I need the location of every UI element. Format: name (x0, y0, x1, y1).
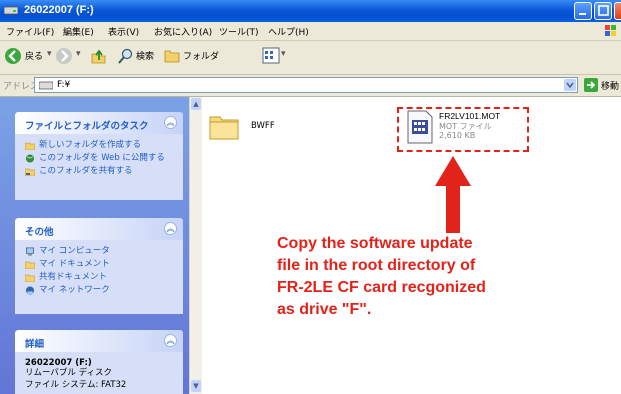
arrow-up-icon (435, 156, 471, 233)
views-dropdown-icon[interactable]: ▾ (281, 49, 286, 59)
tasks-panel-header[interactable]: ファイルとフォルダのタスク ︽ (15, 112, 183, 134)
new-folder-icon (25, 142, 35, 150)
details-panel-header[interactable]: 詳細 ︽ (15, 330, 183, 352)
other-panel-title: その他 (25, 227, 54, 238)
other-places-panel: その他 ︽ マイ コンピュータ マイ ドキュメント 共有ドキュメント マイ ネッ… (15, 218, 183, 314)
tasks-panel: ファイルとフォルダのタスク ︽ 新しいフォルダを作成する このフォルダを Web… (15, 112, 183, 200)
explorer-window: 26022007 (F:) ファイル(F) 編集(E) 表示(V) お気に入り(… (0, 0, 621, 394)
tasks-panel-title: ファイルとフォルダのタスク (25, 121, 149, 132)
task-share-folder[interactable]: このフォルダを共有する (25, 166, 175, 176)
other-my-documents[interactable]: マイ ドキュメント (25, 259, 175, 269)
collapse-icon[interactable]: ︽ (164, 222, 177, 235)
globe-icon (25, 154, 35, 163)
address-value: F:¥ (57, 80, 71, 90)
file-item[interactable]: FR2LV101.MOT MOT ファイル 2,610 KB (405, 110, 523, 150)
toolbar: 戻る ▾ ▾ 検索 フォルダ ▾ (0, 41, 621, 75)
details-type: リムーバブル ディスク (25, 368, 113, 378)
address-field[interactable]: F:¥ (34, 77, 578, 93)
collapse-icon[interactable]: ︽ (164, 116, 177, 129)
menu-file[interactable]: ファイル(F) (6, 25, 54, 38)
address-bar: アドレス(D) F:¥ 移動 (0, 75, 621, 97)
menu-view[interactable]: 表示(V) (108, 25, 139, 38)
details-panel: 詳細 ︽ 26022007 (F:) リムーバブル ディスク ファイル システム… (15, 330, 183, 394)
folder-up-icon[interactable] (90, 48, 107, 65)
folder-item[interactable]: BWFF (208, 111, 288, 151)
minimize-icon (579, 13, 586, 15)
menu-help[interactable]: ヘルプ(H) (268, 25, 309, 38)
task-pane: ファイルとフォルダのタスク ︽ 新しいフォルダを作成する このフォルダを Web… (0, 97, 189, 394)
menu-edit[interactable]: 編集(E) (63, 25, 94, 38)
instruction-callout: Copy the software update file in the roo… (277, 235, 486, 318)
search-icon[interactable] (118, 48, 134, 64)
task-new-folder[interactable]: 新しいフォルダを作成する (25, 140, 175, 150)
scroll-up-icon[interactable]: ▲ (191, 98, 201, 110)
folder-icon (209, 116, 239, 140)
close-button[interactable] (614, 2, 621, 20)
maximize-button[interactable] (594, 2, 612, 20)
drive-icon (4, 6, 18, 15)
chevron-down-icon[interactable] (564, 79, 576, 91)
other-shared-documents[interactable]: 共有ドキュメント (25, 272, 175, 282)
task-publish-web[interactable]: このフォルダを Web に公開する (25, 153, 175, 163)
minimize-button[interactable] (574, 2, 592, 20)
scroll-down-icon[interactable]: ▼ (191, 380, 201, 392)
search-button[interactable]: 検索 (136, 49, 154, 62)
title-bar[interactable]: 26022007 (F:) (0, 0, 621, 22)
views-icon[interactable] (262, 47, 280, 64)
folder-name: BWFF (251, 121, 275, 131)
collapse-icon[interactable]: ︽ (164, 334, 177, 347)
window-title: 26022007 (F:) (24, 4, 94, 16)
share-folder-icon (25, 168, 35, 176)
details-name: 26022007 (F:) (25, 358, 92, 368)
go-arrow-icon[interactable] (584, 78, 598, 92)
menu-favorites[interactable]: お気に入り(A) (154, 25, 212, 38)
folders-button[interactable]: フォルダ (183, 49, 219, 62)
computer-icon (26, 247, 34, 256)
other-my-network[interactable]: マイ ネットワーク (25, 285, 175, 295)
folders-icon[interactable] (164, 48, 181, 63)
mot-file-icon (407, 110, 433, 144)
maximize-icon (598, 5, 609, 16)
back-dropdown-icon[interactable]: ▾ (47, 49, 52, 59)
other-panel-header[interactable]: その他 ︽ (15, 218, 183, 240)
back-arrow-icon[interactable] (4, 47, 22, 65)
file-name: FR2LV101.MOT (439, 111, 501, 121)
forward-dropdown-icon[interactable]: ▾ (76, 49, 81, 59)
forward-arrow-icon[interactable] (55, 47, 73, 65)
network-icon (25, 286, 35, 295)
drive-icon (39, 81, 53, 90)
windows-logo-icon (605, 25, 616, 36)
details-filesystem: ファイル システム: FAT32 (25, 380, 127, 390)
menu-bar: ファイル(F) 編集(E) 表示(V) お気に入り(A) ツール(T) ヘルプ(… (0, 22, 621, 41)
documents-folder-icon (25, 261, 35, 269)
other-my-computer[interactable]: マイ コンピュータ (25, 246, 175, 256)
details-panel-title: 詳細 (25, 339, 45, 350)
shared-folder-icon (25, 274, 35, 282)
file-size: 2,610 KB (439, 131, 476, 140)
task-pane-scrollbar[interactable]: ▲ ▼ (189, 97, 202, 394)
back-button[interactable]: 戻る (25, 49, 43, 62)
go-button[interactable]: 移動 (601, 79, 619, 92)
menu-tools[interactable]: ツール(T) (219, 25, 259, 38)
